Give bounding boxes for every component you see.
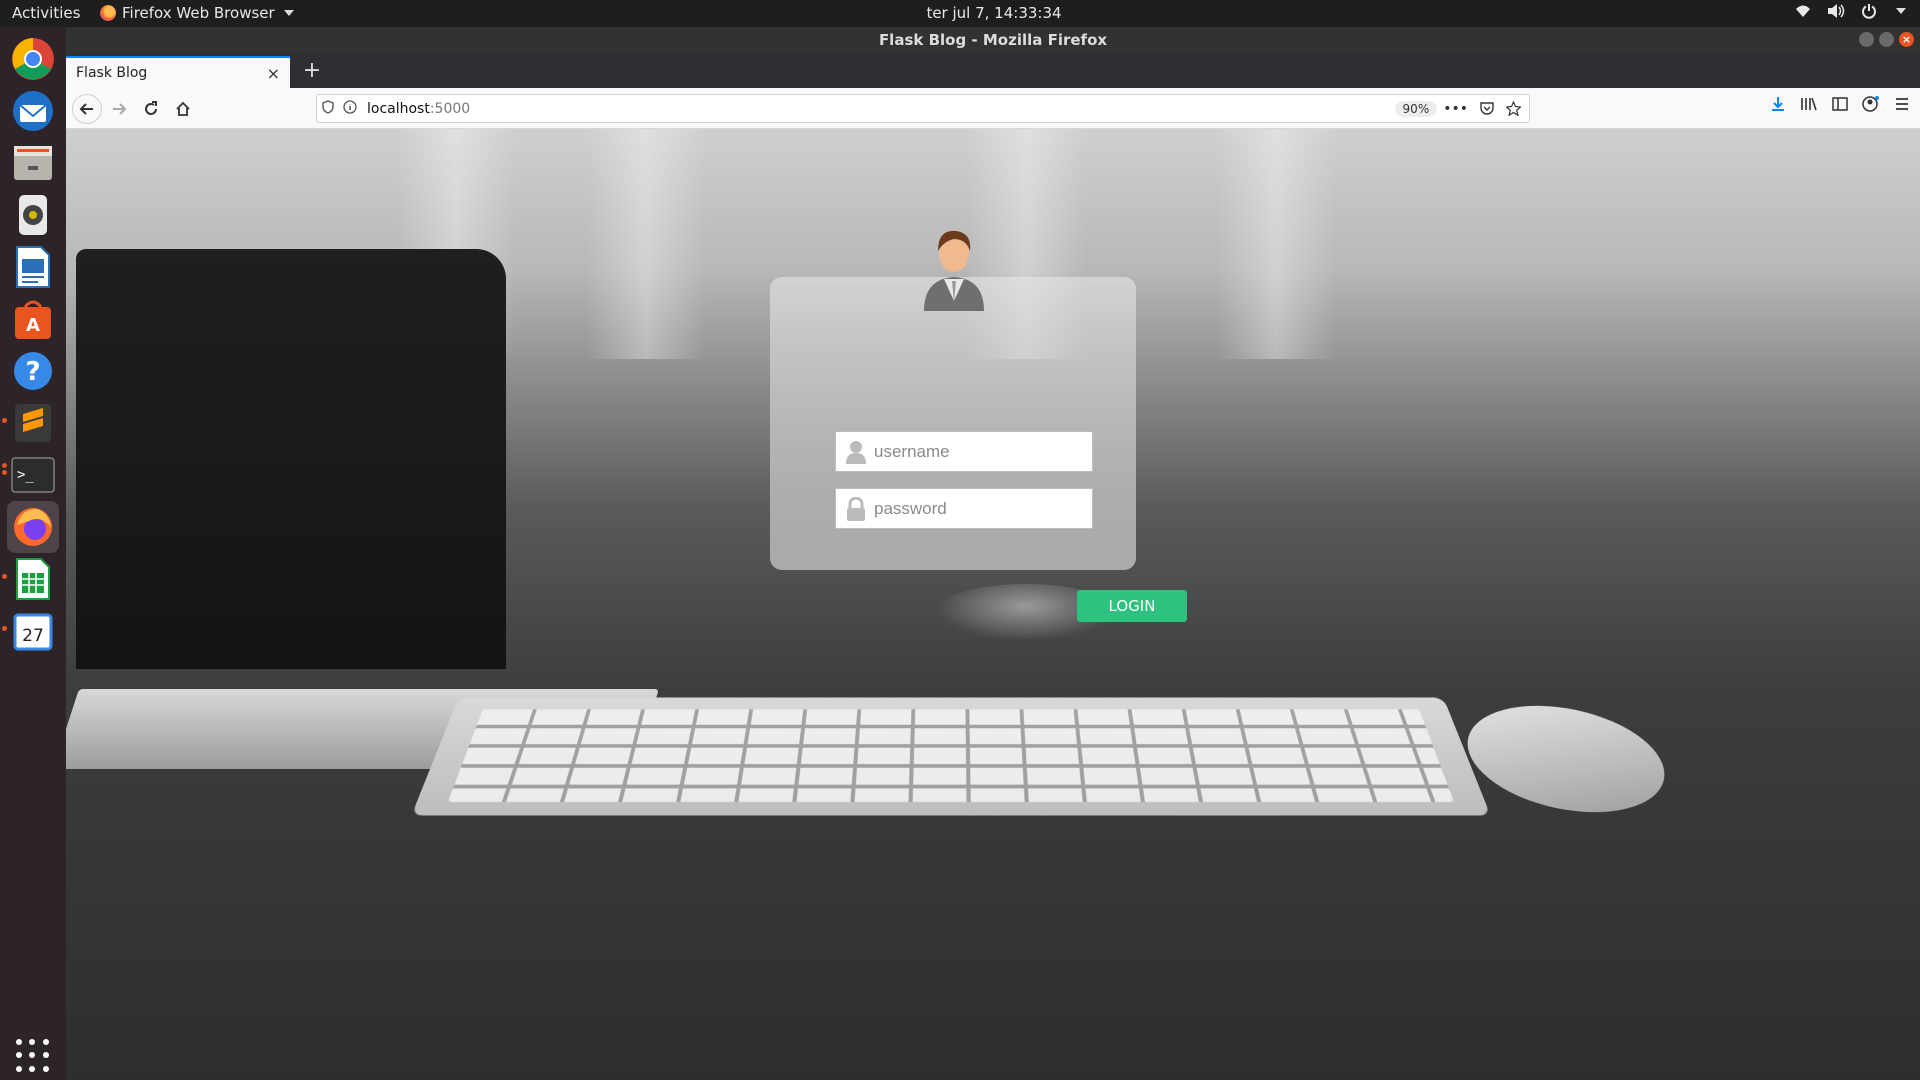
username-field[interactable] xyxy=(835,431,1093,472)
tab-bar: Flask Blog × + xyxy=(66,54,1920,88)
tab-title: Flask Blog xyxy=(76,65,148,81)
bookmark-star-icon[interactable] xyxy=(1506,100,1521,116)
power-icon xyxy=(1862,4,1876,19)
username-input[interactable] xyxy=(874,441,1074,462)
background-keyboard xyxy=(411,697,1491,816)
thunderbird-icon xyxy=(13,91,53,131)
wifi-icon xyxy=(1796,5,1810,17)
dock-item-rhythmbox[interactable] xyxy=(7,189,59,241)
firefox-window: Flask Blog - Mozilla Firefox × Flask Blo… xyxy=(66,27,1920,1080)
svg-text:A: A xyxy=(26,315,40,336)
help-icon: ? xyxy=(14,352,52,390)
volume-icon xyxy=(1828,4,1845,18)
back-button[interactable] xyxy=(72,94,102,124)
sidebar-icon[interactable] xyxy=(1832,96,1848,112)
dock-item-calendar[interactable]: 27 xyxy=(7,605,59,657)
clock[interactable]: ter jul 7, 14:33:34 xyxy=(0,4,1920,22)
password-input[interactable] xyxy=(874,498,1074,519)
background-mouse xyxy=(1457,689,1675,829)
dock-item-sublime[interactable] xyxy=(7,397,59,449)
dock-item-chrome[interactable] xyxy=(7,33,59,85)
arrow-left-icon xyxy=(79,103,93,115)
url-bar[interactable]: localhost:5000 90% ••• xyxy=(316,94,1530,123)
window-titlebar: Flask Blog - Mozilla Firefox × xyxy=(66,27,1920,54)
maximize-button[interactable] xyxy=(1879,32,1894,47)
background-laptop-screen xyxy=(76,249,506,669)
dock-item-help[interactable]: ? xyxy=(7,345,59,397)
gnome-top-bar: Activities Firefox Web Browser ter jul 7… xyxy=(0,0,1920,27)
user-icon xyxy=(846,440,866,464)
password-field[interactable] xyxy=(835,488,1093,529)
lock-icon xyxy=(847,496,865,521)
files-icon xyxy=(14,146,52,180)
close-window-button[interactable]: × xyxy=(1899,32,1914,47)
url-port: :5000 xyxy=(429,100,471,117)
shield-icon[interactable] xyxy=(317,100,339,117)
dock-item-calc[interactable] xyxy=(7,553,59,605)
sublime-text-icon xyxy=(15,404,51,442)
show-applications-button[interactable] xyxy=(16,1039,50,1073)
chevron-down-icon xyxy=(1896,8,1906,14)
window-controls: × xyxy=(1859,32,1914,47)
account-icon[interactable] xyxy=(1862,96,1880,112)
home-icon xyxy=(176,101,190,116)
svg-text:27: 27 xyxy=(22,626,44,646)
download-icon[interactable] xyxy=(1770,96,1786,112)
navigation-toolbar: localhost:5000 90% ••• xyxy=(66,88,1920,129)
pocket-icon[interactable] xyxy=(1480,101,1494,115)
firefox-icon xyxy=(14,508,52,546)
hamburger-menu-icon[interactable] xyxy=(1894,96,1910,112)
page-actions: ••• xyxy=(1443,100,1521,117)
page-content: LOGIN xyxy=(66,129,1920,1080)
close-tab-icon[interactable]: × xyxy=(267,64,280,83)
page-actions-menu-icon[interactable]: ••• xyxy=(1443,101,1468,117)
background-curtain xyxy=(586,129,706,359)
home-button[interactable] xyxy=(170,96,196,122)
background-curtain xyxy=(1216,129,1336,359)
dock-item-thunderbird[interactable] xyxy=(7,85,59,137)
svg-text:>_: >_ xyxy=(17,467,34,483)
libreoffice-writer-icon xyxy=(16,246,50,288)
dock-item-firefox[interactable] xyxy=(7,501,59,553)
tab-flask-blog[interactable]: Flask Blog × xyxy=(66,56,290,88)
chrome-icon xyxy=(12,38,54,80)
zoom-indicator[interactable]: 90% xyxy=(1394,100,1438,117)
login-button[interactable]: LOGIN xyxy=(1077,590,1187,622)
software-center-icon: A xyxy=(15,300,51,339)
system-tray[interactable] xyxy=(1795,3,1906,19)
user-avatar-icon xyxy=(924,230,984,311)
dock-item-software[interactable]: A xyxy=(7,293,59,345)
new-tab-button[interactable]: + xyxy=(300,58,324,83)
library-icon[interactable] xyxy=(1800,96,1818,112)
terminal-icon: >_ xyxy=(11,457,55,493)
rhythmbox-icon xyxy=(19,195,47,235)
toolbar-right xyxy=(1770,96,1910,112)
calendar-icon: 27 xyxy=(13,613,53,651)
url-host: localhost xyxy=(367,100,430,117)
dock-item-files[interactable] xyxy=(7,137,59,189)
svg-text:?: ? xyxy=(25,357,40,387)
reload-icon xyxy=(145,101,157,115)
forward-button[interactable] xyxy=(106,96,132,122)
window-title: Flask Blog - Mozilla Firefox xyxy=(878,31,1108,49)
dock-item-terminal[interactable]: >_ xyxy=(7,449,59,501)
reload-button[interactable] xyxy=(138,96,164,122)
minimize-button[interactable] xyxy=(1859,32,1874,47)
libreoffice-calc-icon xyxy=(16,558,50,600)
arrow-right-icon xyxy=(113,103,127,115)
dock: A ? >_ 27 xyxy=(0,27,66,1080)
info-icon[interactable] xyxy=(339,100,361,117)
dock-item-writer[interactable] xyxy=(7,241,59,293)
